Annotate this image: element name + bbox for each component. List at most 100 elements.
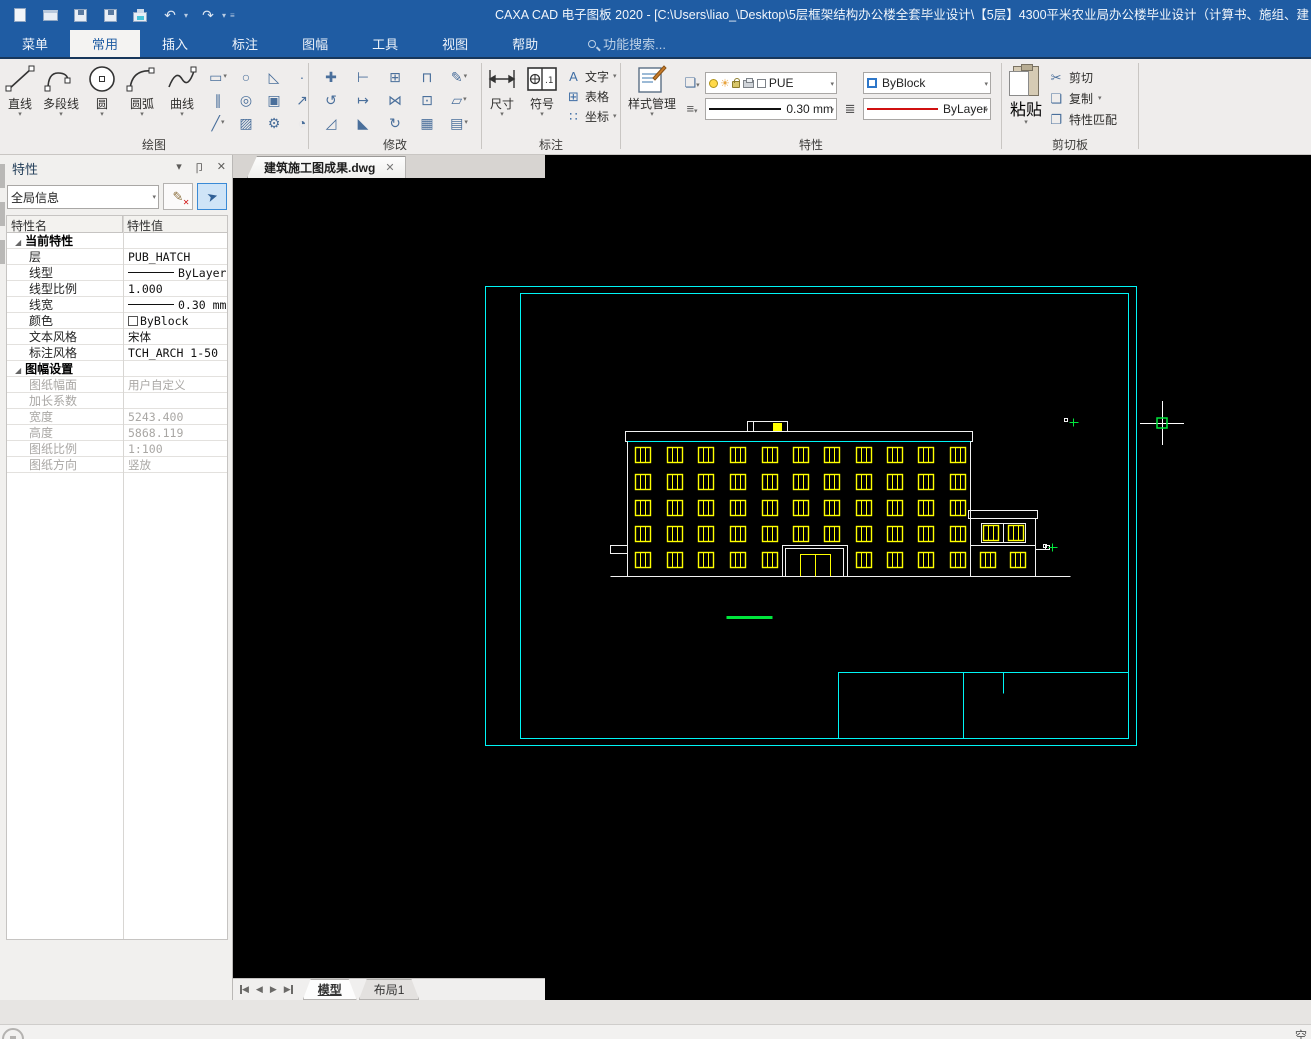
linewidth-combo[interactable]: 0.30 mm ▾ (705, 98, 838, 120)
text-tool-button[interactable]: A 文字 ▾ (566, 68, 617, 85)
concentric-circle-icon[interactable]: ◎ (234, 89, 258, 111)
layer-tool-icon[interactable]: ❏▾ (679, 74, 705, 92)
property-row[interactable]: 加长系数 (7, 393, 227, 409)
property-row[interactable]: 颜色 ByBlock (7, 313, 227, 329)
explode-icon[interactable]: ▦ (415, 112, 439, 134)
save-all-icon[interactable] (100, 6, 120, 24)
block-insert-icon[interactable]: ▣ (262, 89, 286, 111)
stretch-icon[interactable]: ⊓ (415, 66, 439, 88)
axis-line-icon[interactable]: ╱ ▾ (206, 112, 230, 134)
menu-tab[interactable]: 菜单 (0, 30, 70, 57)
tab-layout1[interactable]: 布局1 (359, 979, 420, 1000)
linewidth-combo-arrow[interactable]: ▾ (831, 106, 835, 114)
close-icon[interactable]: ✕ (217, 160, 226, 176)
coordinate-tool-dropdown[interactable]: ▾ (613, 113, 617, 120)
menu-tab[interactable]: 视图 (420, 30, 490, 57)
redo-icon[interactable]: ↷ (198, 6, 218, 24)
building-elevation-drawing[interactable] (233, 155, 1311, 1000)
trim-icon[interactable]: ⊢ (351, 66, 375, 88)
polyline-tool-button[interactable]: 多段线 ▾ (40, 62, 82, 120)
rotate-copy-icon[interactable]: ↻ (383, 112, 407, 134)
ellipse-icon[interactable]: ○ (234, 66, 258, 88)
next-tab-icon[interactable]: ▶ (270, 984, 277, 995)
property-row[interactable]: 图纸比例 1:100 (7, 441, 227, 457)
linetype-combo-arrow[interactable]: ▾ (985, 106, 989, 114)
collapse-triangle-icon[interactable]: ◢ (15, 366, 21, 375)
text-tool-dropdown[interactable]: ▾ (613, 73, 617, 80)
select-entity-button[interactable]: ➤ (197, 183, 227, 210)
function-search[interactable]: 功能搜索... (588, 30, 666, 57)
undo-icon[interactable]: ↶ (160, 6, 180, 24)
color-combo-arrow[interactable]: ▾ (985, 80, 989, 88)
property-row[interactable]: 线型比例 1.000 (7, 281, 227, 297)
double-line-icon[interactable]: ∥ (206, 89, 230, 111)
save-icon[interactable] (70, 6, 90, 24)
polygon-icon[interactable]: ◺ (262, 66, 286, 88)
fillet-icon[interactable]: ◿ (319, 112, 343, 134)
print-icon[interactable] (130, 6, 150, 24)
offset-icon[interactable]: ▱ ▾ (447, 89, 471, 111)
chamfer-icon[interactable]: ◣ (351, 112, 375, 134)
arc-tool-button[interactable]: 圆弧 ▾ (122, 62, 162, 120)
property-row[interactable]: 图纸方向 竖放 (7, 457, 227, 473)
menu-tab[interactable]: 常用 (70, 30, 141, 57)
rotate-icon[interactable]: ↺ (319, 89, 343, 111)
table-tool-button[interactable]: ⊞ 表格 (566, 88, 617, 105)
drawing-canvas[interactable]: 建筑施工图成果.dwg ✕ ◀ ◀ ▶ ▶ 模型 布局1 (233, 155, 1311, 1000)
copy-button-dropdown[interactable]: ▾ (1098, 95, 1102, 102)
curve-tool-dropdown[interactable]: ▾ (180, 111, 184, 118)
linetype-tool-icon[interactable]: ≣ (837, 100, 863, 118)
property-row[interactable]: 线型 ByLayer (7, 265, 227, 281)
property-row[interactable]: 线宽 0.30 mm (7, 297, 227, 313)
line-tool-dropdown[interactable]: ▾ (18, 111, 22, 118)
linewidth-tool-icon[interactable]: ≡▾ (679, 100, 705, 118)
tab-model[interactable]: 模型 (303, 979, 357, 1000)
scope-combo[interactable]: 全局信息 ▾ (7, 185, 159, 209)
style-manager-dropdown[interactable]: ▾ (650, 111, 654, 118)
property-row[interactable]: 文本风格 宋体 (7, 329, 227, 345)
paste-dropdown[interactable]: ▾ (1024, 119, 1028, 126)
curve-tool-button[interactable]: 曲线 ▾ (162, 62, 202, 120)
menu-tab[interactable]: 帮助 (490, 30, 560, 57)
clear-style-button[interactable]: ✎ (163, 183, 193, 210)
new-file-icon[interactable] (10, 6, 30, 24)
panel-menu-icon[interactable]: ▾ (176, 160, 182, 176)
move-icon[interactable]: ✚ (319, 66, 343, 88)
property-row[interactable]: 层 PUB_HATCH (7, 249, 227, 265)
gear-icon[interactable]: ⚙ (262, 112, 286, 134)
layer-combo[interactable]: ☀ PUE ▾ (705, 72, 838, 94)
dimension-dropdown[interactable]: ▾ (500, 111, 504, 118)
polyline-tool-dropdown[interactable]: ▾ (59, 111, 63, 118)
menu-tab[interactable]: 图幅 (280, 30, 350, 57)
first-tab-icon[interactable]: ◀ (240, 984, 249, 995)
property-row[interactable]: 高度 5868.119 (7, 425, 227, 441)
scope-combo-arrow[interactable]: ▾ (152, 193, 156, 201)
corner-icon[interactable]: ⊡ (415, 89, 439, 111)
property-group-row[interactable]: ◢ 当前特性 (7, 233, 227, 249)
break-icon[interactable]: ↦ (351, 89, 375, 111)
symbol-button[interactable]: .1 符号 ▾ (522, 62, 562, 120)
property-row[interactable]: 宽度 5243.400 (7, 409, 227, 425)
color-combo[interactable]: ByBlock ▾ (863, 72, 992, 94)
hatch-edit-icon[interactable]: ▤ ▾ (447, 112, 471, 134)
cut-button[interactable]: ✂ 剪切 (1048, 69, 1117, 86)
circle-tool-dropdown[interactable]: ▾ (100, 111, 104, 118)
arc-tool-dropdown[interactable]: ▾ (140, 111, 144, 118)
collapse-triangle-icon[interactable]: ◢ (15, 238, 21, 247)
redo-dropdown[interactable]: ▾ (222, 11, 226, 20)
mirror-icon[interactable]: ⋈ (383, 89, 407, 111)
menu-tab[interactable]: 标注 (210, 30, 280, 57)
pin-icon[interactable]: 卩 (194, 160, 205, 176)
undo-dropdown[interactable]: ▾ (184, 11, 188, 20)
menu-tab[interactable]: 插入 (140, 30, 210, 57)
match-properties-button[interactable]: ❐ 特性匹配 (1048, 111, 1117, 128)
circle-tool-button[interactable]: 圆 ▾ (82, 62, 122, 120)
property-row[interactable]: 标注风格 TCH_ARCH 1-50 (7, 345, 227, 361)
property-group-row[interactable]: ◢ 图幅设置 (7, 361, 227, 377)
menu-tab[interactable]: 工具 (350, 30, 420, 57)
open-file-icon[interactable] (40, 6, 60, 24)
hatch-icon[interactable]: ▨ (234, 112, 258, 134)
rectangle-icon[interactable]: ▭ ▾ (206, 66, 230, 88)
coordinate-tool-button[interactable]: ∷ 坐标 ▾ (566, 108, 617, 125)
linetype-combo[interactable]: ByLayer ▾ (863, 98, 992, 120)
